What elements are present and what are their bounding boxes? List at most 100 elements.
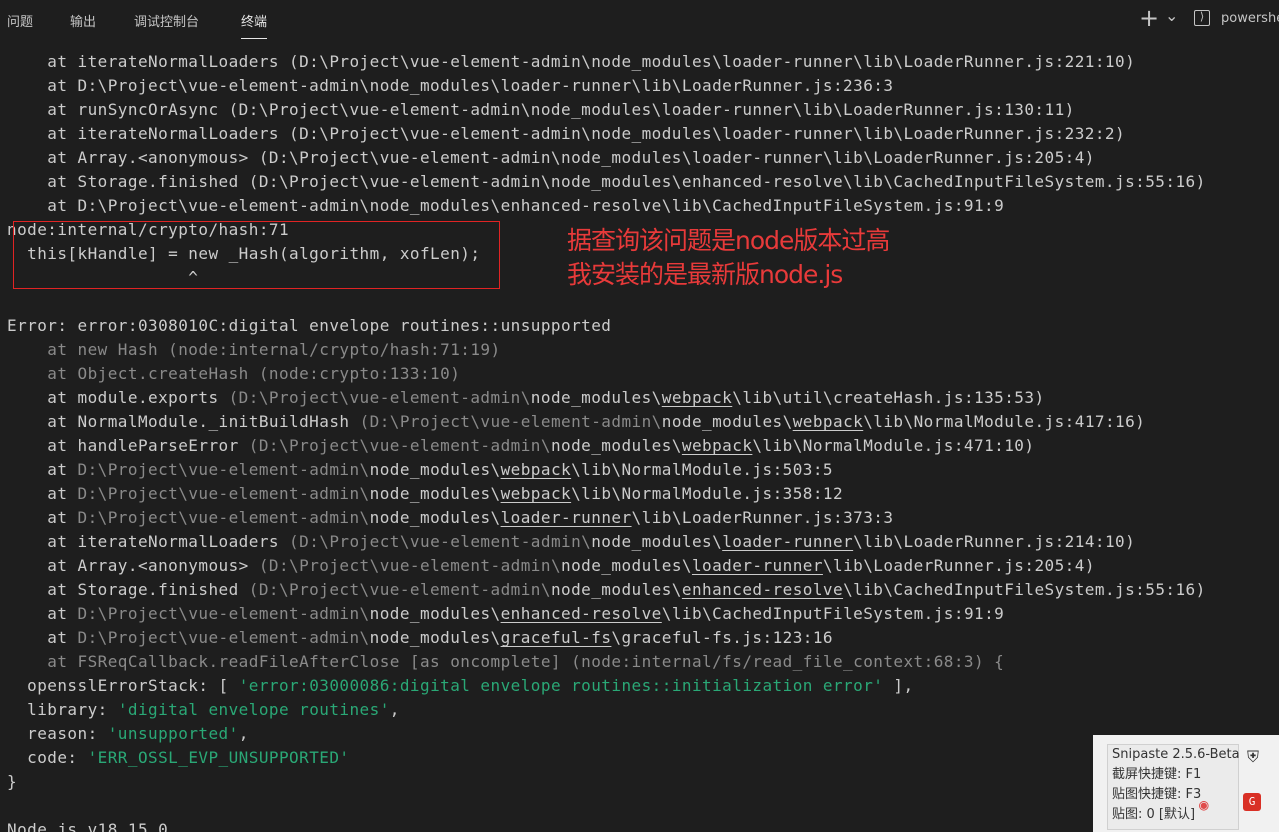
terminal-text: at — [7, 484, 78, 503]
snipaste-pin-hotkey: 贴图快捷键: F3 — [1112, 787, 1202, 802]
terminal-text: code: — [7, 748, 88, 767]
terminal-text[interactable]: graceful-fs — [501, 628, 612, 647]
terminal-text: D:\Project\vue-element-admin\ — [77, 604, 370, 623]
terminal-text: at — [7, 460, 78, 479]
terminal-text[interactable]: webpack — [501, 484, 572, 503]
terminal-text: (D:\Project\vue-element-admin\ — [258, 556, 562, 575]
terminal-text[interactable]: enhanced-resolve — [682, 580, 843, 599]
terminal-text: reason: — [7, 724, 108, 743]
terminal-text: at FSReqCallback.readFileAfterClose [as … — [7, 652, 1005, 671]
terminal-text[interactable]: loader-runner — [501, 508, 632, 527]
netease-music-icon[interactable]: ◉ — [1199, 795, 1209, 814]
terminal-text: node_modules\ — [369, 508, 501, 527]
terminal-text: \lib\LoaderRunner.js:373:3 — [631, 508, 894, 527]
tab-problems[interactable]: 问题 — [7, 11, 33, 30]
terminal-text: at Array.<anonymous> — [7, 556, 259, 575]
terminal-text: \lib\NormalModule.js:358:12 — [571, 484, 844, 503]
terminal-text: at D:\Project\vue-element-admin\node_mod… — [7, 76, 894, 95]
terminal-text[interactable]: webpack — [662, 388, 733, 407]
terminal-text[interactable]: enhanced-resolve — [501, 604, 662, 623]
terminal-text: D:\Project\vue-element-admin\ — [77, 628, 370, 647]
terminal-line: at NormalModule._initBuildHash (D:\Proje… — [7, 410, 1279, 434]
terminal-line: } — [7, 770, 1279, 794]
terminal-text: \lib\CachedInputFileSystem.js:91:9 — [661, 604, 1005, 623]
terminal-text: at D:\Project\vue-element-admin\node_mod… — [7, 196, 1005, 215]
terminal-line: Error: error:0308010C:digital envelope r… — [7, 314, 1279, 338]
terminal-text: , — [238, 724, 249, 743]
terminal-text: (D:\Project\vue-element-admin\ — [359, 412, 662, 431]
terminal-line: at Array.<anonymous> (D:\Project\vue-ele… — [7, 554, 1279, 578]
terminal-text[interactable]: webpack — [682, 436, 753, 455]
terminal-line: at D:\Project\vue-element-admin\node_mod… — [7, 602, 1279, 626]
terminal-text: \graceful-fs.js:123:16 — [611, 628, 834, 647]
terminal-line: at iterateNormalLoaders (D:\Project\vue-… — [7, 530, 1279, 554]
tray-app-icon[interactable]: G — [1243, 793, 1261, 811]
terminal-text: \lib\CachedInputFileSystem.js:55:16) — [843, 580, 1206, 599]
snipaste-screenshot-hotkey: 截屏快捷键: F1 — [1112, 767, 1202, 782]
terminal-text: D:\Project\vue-element-admin\ — [77, 460, 370, 479]
terminal-text: \lib\NormalModule.js:503:5 — [571, 460, 834, 479]
terminal-line: at D:\Project\vue-element-admin\node_mod… — [7, 194, 1279, 218]
terminal-text[interactable]: webpack — [501, 460, 572, 479]
terminal-text: at Array.<anonymous> (D:\Project\vue-ele… — [7, 148, 1095, 167]
terminal-text: \lib\util\createHash.js:135:53) — [732, 388, 1045, 407]
terminal-line: at FSReqCallback.readFileAfterClose [as … — [7, 650, 1279, 674]
terminal-text: \lib\LoaderRunner.js:214:10) — [853, 532, 1136, 551]
terminal-output[interactable]: at iterateNormalLoaders (D:\Project\vue-… — [7, 50, 1279, 832]
terminal-line: at Storage.finished (D:\Project\vue-elem… — [7, 578, 1279, 602]
tab-terminal[interactable]: 终端 — [241, 11, 268, 39]
terminal-text: 'ERR_OSSL_EVP_UNSUPPORTED' — [87, 748, 350, 767]
terminal-text: } — [7, 772, 18, 791]
snipaste-pin-count: 贴图: 0 [默认] — [1112, 807, 1196, 822]
shell-name-label[interactable]: powershell — [1221, 11, 1279, 26]
terminal-text: at iterateNormalLoaders — [7, 532, 290, 551]
terminal-text: (D:\Project\vue-element-admin\ — [289, 532, 592, 551]
terminal-shell-icon[interactable]: ⟩ — [1194, 10, 1210, 26]
terminal-text[interactable]: loader-runner — [722, 532, 853, 551]
terminal-text: \lib\NormalModule.js:417:16) — [863, 412, 1146, 431]
chevron-down-icon[interactable]: ⌄ — [1165, 7, 1178, 25]
terminal-text: (D:\Project\vue-element-admin\ — [248, 580, 551, 599]
terminal-text[interactable]: loader-runner — [692, 556, 823, 575]
terminal-line: at D:\Project\vue-element-admin\node_mod… — [7, 626, 1279, 650]
terminal-text: node_modules\ — [369, 484, 501, 503]
terminal-text: node_modules\ — [661, 412, 793, 431]
terminal-line: at iterateNormalLoaders (D:\Project\vue-… — [7, 122, 1279, 146]
terminal-text: (D:\Project\vue-element-admin\ — [228, 388, 531, 407]
snipaste-tooltip-body: Snipaste 2.5.6-Beta 截屏快捷键: F1 贴图快捷键: F3 … — [1107, 744, 1240, 830]
terminal-text: opensslErrorStack: [ — [7, 676, 239, 695]
tab-output[interactable]: 输出 — [70, 11, 96, 30]
terminal-text: \lib\LoaderRunner.js:205:4) — [822, 556, 1095, 575]
terminal-line: at D:\Project\vue-element-admin\node_mod… — [7, 458, 1279, 482]
terminal-text: at Storage.finished (D:\Project\vue-elem… — [7, 172, 1206, 191]
terminal-text: (D:\Project\vue-element-admin\ — [248, 436, 551, 455]
terminal-line: at Object.createHash (node:crypto:133:10… — [7, 362, 1279, 386]
annotation-line-1: 据查询该问题是node版本过高 — [567, 226, 890, 255]
terminal-line: Node.js v18.15.0 — [7, 818, 1279, 832]
terminal-text: 'digital envelope routines' — [117, 700, 390, 719]
snipaste-title: Snipaste 2.5.6-Beta — [1112, 747, 1240, 762]
terminal-text: node_modules\ — [561, 556, 692, 575]
shield-icon[interactable]: ⛨ — [1247, 747, 1259, 767]
terminal-text: node_modules\ — [369, 460, 501, 479]
terminal-text: at runSyncOrAsync (D:\Project\vue-elemen… — [7, 100, 1075, 119]
terminal-line: library: 'digital envelope routines', — [7, 698, 1279, 722]
active-tab-indicator — [241, 38, 268, 39]
highlight-box — [13, 221, 500, 289]
add-terminal-icon[interactable]: + — [1139, 4, 1159, 32]
terminal-text: 'unsupported' — [107, 724, 239, 743]
terminal-text: node_modules\ — [369, 604, 501, 623]
terminal-text: D:\Project\vue-element-admin\ — [77, 484, 370, 503]
annotation-line-2: 我安装的是最新版node.js — [567, 260, 843, 289]
terminal-text: at module.exports — [7, 388, 229, 407]
terminal-text: D:\Project\vue-element-admin\ — [77, 508, 370, 527]
terminal-text: node_modules\ — [550, 580, 682, 599]
terminal-line: at runSyncOrAsync (D:\Project\vue-elemen… — [7, 98, 1279, 122]
terminal-text: at — [7, 508, 78, 527]
terminal-line: at Array.<anonymous> (D:\Project\vue-ele… — [7, 146, 1279, 170]
terminal-text: at — [7, 604, 78, 623]
tab-debug-console[interactable]: 调试控制台 — [134, 11, 199, 30]
terminal-text[interactable]: webpack — [793, 412, 864, 431]
